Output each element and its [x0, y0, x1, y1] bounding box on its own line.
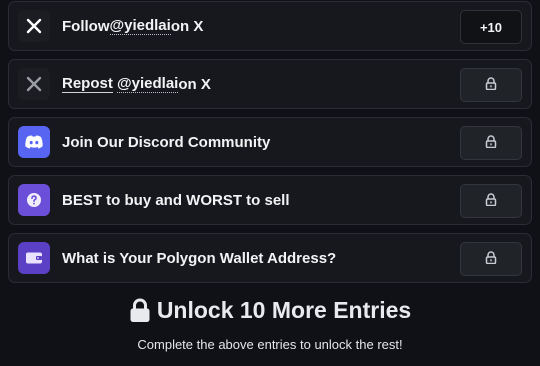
entry-wallet-address[interactable]: What is Your Polygon Wallet Address? — [8, 233, 532, 283]
wallet-icon — [18, 242, 50, 274]
entry-label: Repost @yiedlai on X — [62, 60, 211, 108]
locked-button[interactable] — [460, 126, 522, 160]
lock-icon — [485, 77, 497, 93]
locked-button[interactable] — [460, 242, 522, 276]
lock-icon — [485, 251, 497, 267]
entry-follow-x[interactable]: Follow @yiedlai on X +10 — [8, 1, 532, 51]
entry-question[interactable]: BEST to buy and WORST to sell — [8, 175, 532, 225]
follow-suffix: on X — [170, 17, 204, 35]
entries-panel: Follow @yiedlai on X +10 Repost @yiedlai… — [0, 0, 540, 366]
x-logo-icon — [18, 68, 50, 100]
handle-link[interactable]: @yiedlai — [109, 17, 171, 35]
unlock-subtitle: Complete the above entries to unlock the… — [137, 337, 403, 352]
locked-button[interactable] — [460, 68, 522, 102]
entry-label: Join Our Discord Community — [62, 133, 271, 151]
entry-repost-x[interactable]: Repost @yiedlai on X — [8, 59, 532, 109]
x-logo-icon — [18, 10, 50, 42]
entry-label: What is Your Polygon Wallet Address? — [62, 249, 337, 267]
entry-join-discord[interactable]: Join Our Discord Community — [8, 117, 532, 167]
question-icon — [18, 184, 50, 216]
locked-button[interactable] — [460, 184, 522, 218]
discord-icon — [18, 126, 50, 158]
lock-icon — [485, 135, 497, 151]
lock-icon — [129, 298, 151, 323]
repost-prefix: Repost — [62, 75, 113, 93]
entry-label: Follow @yiedlai on X — [62, 2, 203, 50]
follow-prefix: Follow — [62, 17, 110, 35]
unlock-title: Unlock 10 More Entries — [156, 297, 412, 323]
repost-suffix: on X — [178, 75, 211, 93]
entry-label: BEST to buy and WORST to sell — [62, 191, 290, 209]
points-button[interactable]: +10 — [460, 10, 522, 44]
unlock-heading: Unlock 10 More Entries — [0, 297, 540, 324]
handle-link[interactable]: @yiedlai — [117, 75, 179, 93]
lock-icon — [485, 193, 497, 209]
